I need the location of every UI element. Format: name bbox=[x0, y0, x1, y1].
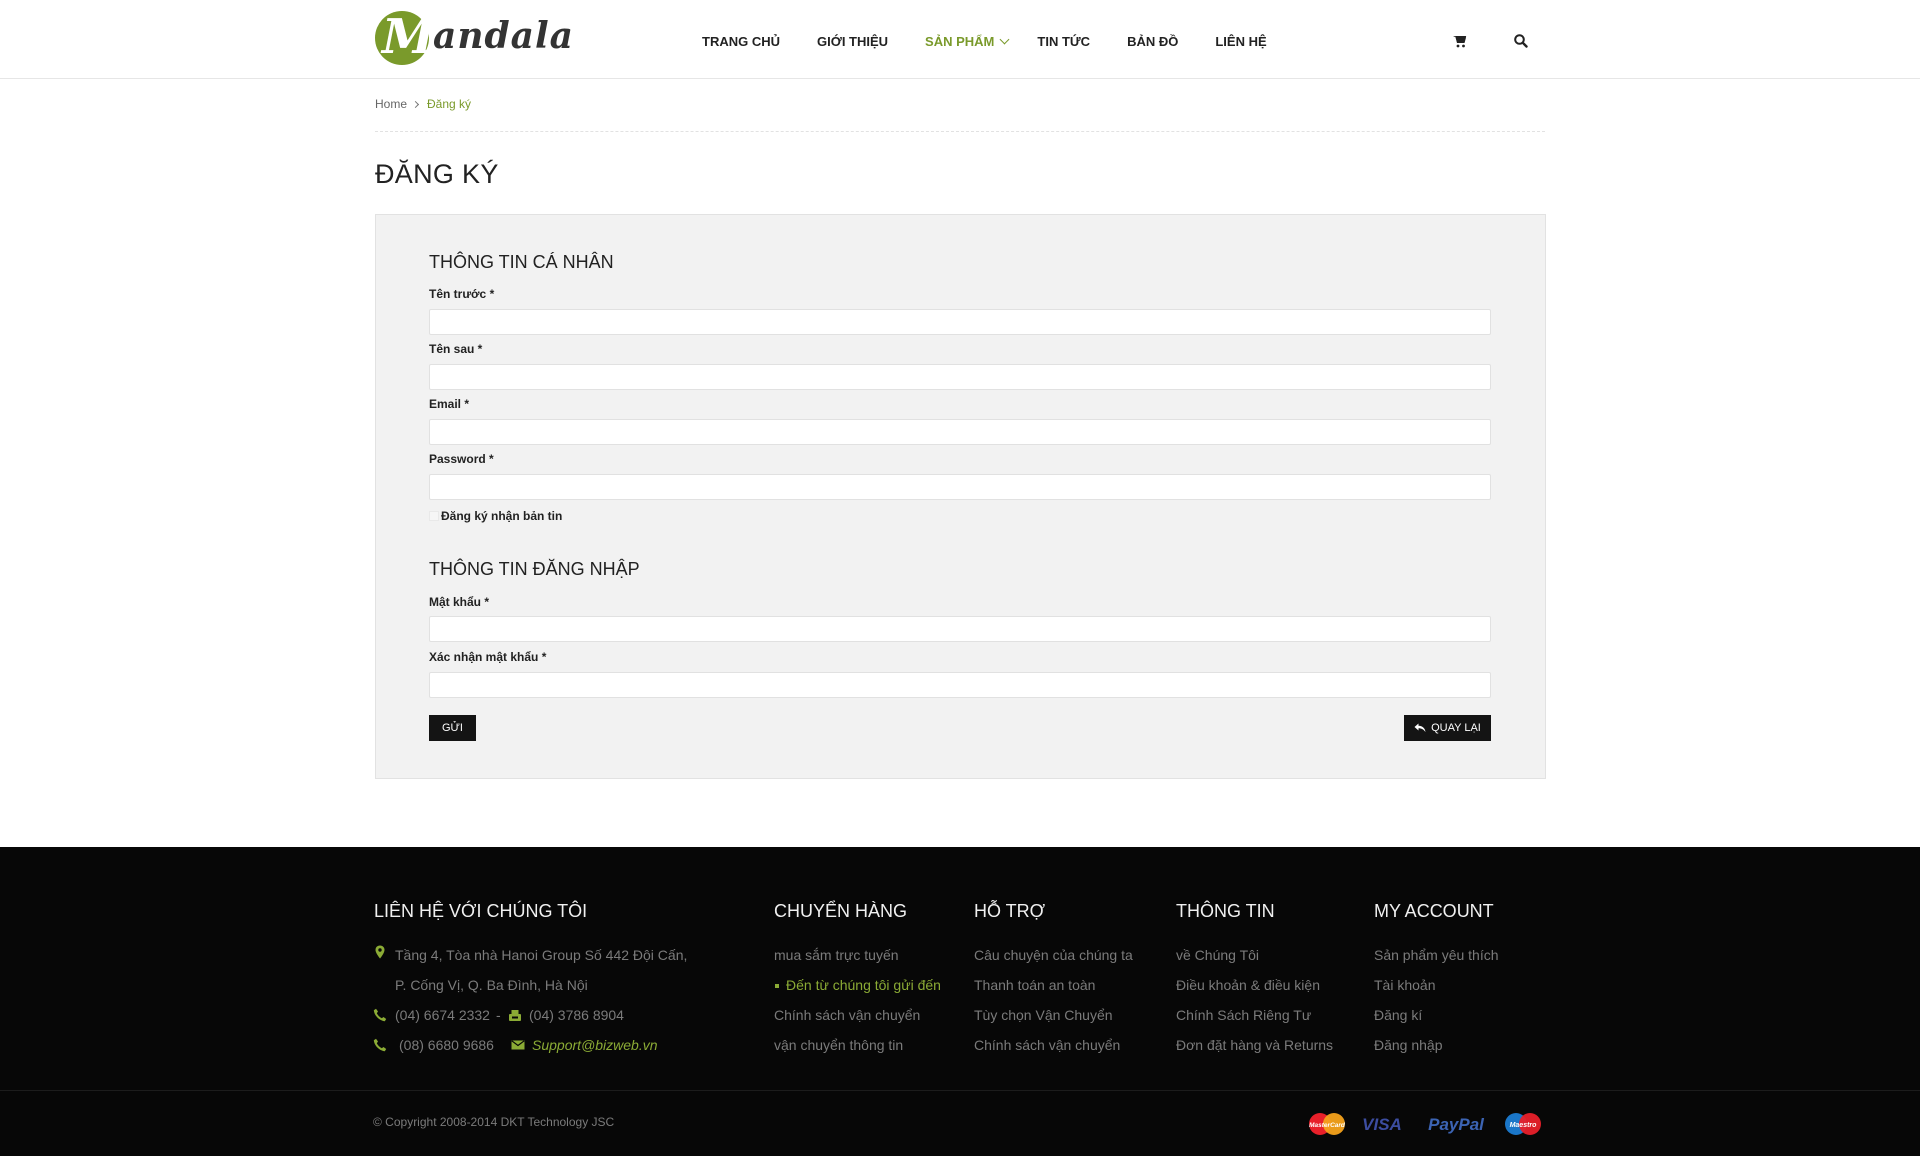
nav-item-products-label: SẢN PHẨM bbox=[925, 34, 995, 49]
submit-button[interactable]: GỬI bbox=[429, 715, 476, 741]
footer-info-title: THÔNG TIN bbox=[1176, 901, 1275, 921]
nav-item-about[interactable]: GIỚI THIỆU bbox=[817, 34, 888, 50]
site-header: M andala TRANG CHỦ GIỚI THIỆU SẢN PHẨM T… bbox=[0, 0, 1920, 79]
nav-item-home[interactable]: TRANG CHỦ bbox=[702, 34, 780, 50]
newsletter-option: Đăng ký nhận bản tin bbox=[429, 509, 562, 523]
login-password-label: Mật khẩu * bbox=[429, 595, 490, 609]
nav-item-news[interactable]: TIN TỨC bbox=[1037, 34, 1090, 50]
email-label: Email * bbox=[429, 397, 470, 411]
logo-mark: M bbox=[375, 9, 435, 65]
footer-contact-title: LIÊN HỆ VỚI CHÚNG TÔI bbox=[374, 901, 588, 921]
search-icon[interactable] bbox=[1513, 33, 1529, 49]
paypal-logo: PayPal bbox=[1428, 1115, 1485, 1134]
personal-info-title: THÔNG TIN CÁ NHÂN bbox=[429, 252, 614, 272]
footer-account-link[interactable]: Đăng nhập bbox=[1374, 1037, 1443, 1053]
login-password-input[interactable] bbox=[429, 616, 1491, 642]
fax-icon bbox=[509, 1010, 521, 1021]
footer-account-link[interactable]: Tài khoản bbox=[1374, 977, 1435, 993]
footer-info-link[interactable]: Điều khoản & điều kiện bbox=[1176, 977, 1320, 993]
chevron-down-icon bbox=[999, 34, 1010, 45]
email-input[interactable] bbox=[429, 419, 1491, 445]
footer-shipping-link[interactable]: Chính sách vận chuyển bbox=[774, 1007, 920, 1023]
footer-account-link[interactable]: Đăng kí bbox=[1374, 1007, 1422, 1023]
envelope-icon bbox=[511, 1040, 525, 1050]
submit-button-label: GỬI bbox=[441, 722, 463, 734]
last-name-label: Tên sau * bbox=[429, 342, 483, 356]
nav-item-products[interactable]: SẢN PHẨM bbox=[925, 34, 1010, 50]
footer-support-link[interactable]: Tùy chọn Vận Chuyển bbox=[974, 1007, 1113, 1023]
svg-text:PayPal: PayPal bbox=[1428, 1115, 1485, 1134]
svg-text:VISA: VISA bbox=[1362, 1115, 1402, 1134]
footer-address-line2: P. Cống Vị, Q. Ba Đình, Hà Nội bbox=[395, 977, 588, 993]
footer-info-link[interactable]: Đơn đặt hàng và Returns bbox=[1176, 1037, 1333, 1053]
footer-info-link[interactable]: Chính Sách Riêng Tư bbox=[1176, 1007, 1311, 1023]
newsletter-label: Đăng ký nhận bản tin bbox=[441, 509, 563, 523]
first-name-input[interactable] bbox=[429, 309, 1491, 335]
cart-icon[interactable] bbox=[1452, 33, 1468, 49]
footer-email-link[interactable]: Support@bizweb.vn bbox=[532, 1037, 658, 1053]
breadcrumb-home[interactable]: Home bbox=[375, 97, 407, 111]
footer-shipping-link-active[interactable]: Đến từ chúng tôi gửi đến bbox=[786, 977, 941, 993]
bullet-icon bbox=[775, 984, 779, 988]
mastercard-logo: MasterCard bbox=[1309, 1113, 1346, 1135]
back-button[interactable]: QUAY LẠI bbox=[1404, 715, 1491, 741]
register-form: THÔNG TIN CÁ NHÂN Tên trước * Tên sau * … bbox=[375, 214, 1546, 779]
chevron-right-icon bbox=[411, 100, 420, 108]
site-footer: LIÊN HỆ VỚI CHÚNG TÔI Tầng 4, Tòa nhà Ha… bbox=[0, 847, 1920, 1156]
visa-logo: VISA bbox=[1362, 1115, 1402, 1134]
login-info-title: THÔNG TIN ĐĂNG NHẬP bbox=[429, 559, 640, 579]
footer-address-line1: Tầng 4, Tòa nhà Hanoi Group Số 442 Đội C… bbox=[395, 947, 688, 963]
nav-item-map[interactable]: BẢN ĐỒ bbox=[1127, 34, 1178, 50]
back-button-label: QUAY LẠI bbox=[1431, 722, 1481, 734]
footer-support-link[interactable]: Chính sách vận chuyển bbox=[974, 1037, 1120, 1053]
maestro-logo: Maestro bbox=[1505, 1113, 1541, 1135]
footer-account-link[interactable]: Sản phẩm yêu thích bbox=[1374, 947, 1499, 963]
password-label: Password * bbox=[429, 452, 494, 466]
footer-support-link[interactable]: Câu chuyện của chúng ta bbox=[974, 947, 1133, 963]
footer-phone-separator: - bbox=[496, 1007, 501, 1023]
map-marker-icon bbox=[375, 945, 385, 959]
copyright-text: © Copyright 2008-2014 DKT Technology JSC bbox=[373, 1115, 615, 1129]
last-name-input[interactable] bbox=[429, 364, 1491, 390]
footer-phone1[interactable]: (04) 6674 2332 bbox=[395, 1007, 490, 1023]
phone-icon bbox=[373, 1038, 387, 1052]
svg-text:Maestro: Maestro bbox=[1510, 1122, 1538, 1129]
footer-phone3[interactable]: (08) 6680 9686 bbox=[399, 1037, 494, 1053]
footer-support-title: HỖ TRỢ bbox=[974, 901, 1046, 921]
footer-info-link[interactable]: về Chúng Tôi bbox=[1176, 947, 1259, 963]
footer-shipping-link[interactable]: mua sắm trực tuyến bbox=[774, 947, 899, 963]
newsletter-checkbox[interactable] bbox=[429, 511, 439, 521]
nav-item-contact[interactable]: LIÊN HỆ bbox=[1215, 34, 1266, 50]
footer-divider bbox=[0, 1090, 1920, 1091]
footer-account-title: MY ACCOUNT bbox=[1374, 901, 1494, 921]
site-logo[interactable]: M andala bbox=[375, 9, 573, 67]
footer-shipping-title: CHUYỂN HÀNG bbox=[774, 901, 908, 921]
breadcrumb-current: Đăng ký bbox=[427, 97, 472, 111]
footer-shipping-link[interactable]: vận chuyển thông tin bbox=[774, 1037, 903, 1053]
footer-phone2[interactable]: (04) 3786 8904 bbox=[529, 1007, 624, 1023]
reply-icon bbox=[1414, 723, 1426, 732]
svg-text:MasterCard: MasterCard bbox=[1309, 1122, 1346, 1129]
page-title: ĐĂNG KÝ bbox=[375, 159, 499, 189]
main-nav: TRANG CHỦ GIỚI THIỆU SẢN PHẨM TIN TỨC BẢ… bbox=[702, 34, 1304, 50]
confirm-password-label: Xác nhận mật khẩu * bbox=[429, 650, 547, 664]
confirm-password-input[interactable] bbox=[429, 672, 1491, 698]
divider bbox=[375, 131, 1545, 132]
breadcrumb: Home Đăng ký bbox=[375, 97, 471, 111]
logo-text: andala bbox=[433, 15, 574, 57]
footer-support-link[interactable]: Thanh toán an toàn bbox=[974, 977, 1095, 993]
password-input[interactable] bbox=[429, 474, 1491, 500]
first-name-label: Tên trước * bbox=[429, 287, 495, 301]
phone-icon bbox=[373, 1008, 387, 1022]
